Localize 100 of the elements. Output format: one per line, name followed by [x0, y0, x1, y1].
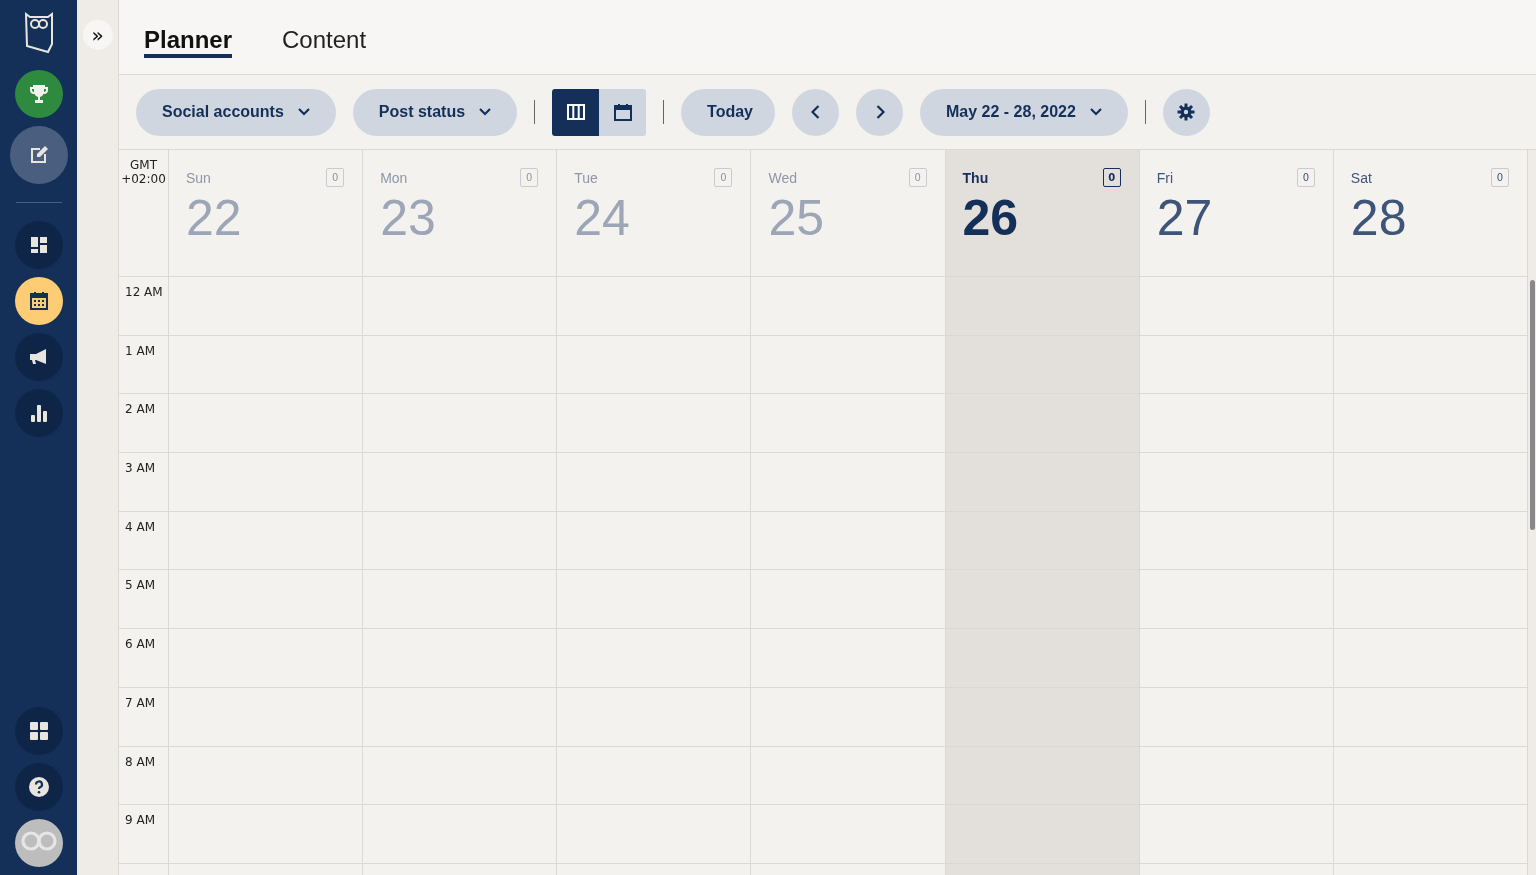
- time-slot[interactable]: [557, 511, 752, 571]
- time-slot[interactable]: [751, 687, 946, 747]
- tab[interactable]: Content: [282, 26, 367, 58]
- time-slot[interactable]: [751, 277, 946, 336]
- time-slot[interactable]: [557, 453, 752, 512]
- apps-button[interactable]: [14, 707, 63, 755]
- time-slot[interactable]: [945, 394, 1140, 454]
- post-count-badge: 0: [908, 168, 927, 187]
- time-slot[interactable]: [1139, 687, 1334, 747]
- time-slot[interactable]: [363, 746, 558, 806]
- time-slot[interactable]: [363, 277, 558, 336]
- time-slot[interactable]: [557, 335, 752, 395]
- time-slot[interactable]: [751, 570, 946, 630]
- hour-label: 5 AM: [119, 570, 169, 630]
- time-slot[interactable]: [169, 687, 364, 747]
- time-slot[interactable]: [1333, 570, 1528, 630]
- social-accounts-dropdown[interactable]: Social accounts: [136, 88, 336, 136]
- time-slot[interactable]: [1139, 570, 1334, 630]
- analytics-button[interactable]: [14, 389, 63, 437]
- time-slot[interactable]: [363, 394, 558, 454]
- time-slot[interactable]: [557, 570, 752, 630]
- time-slot[interactable]: [751, 394, 946, 454]
- time-slot[interactable]: [1333, 453, 1528, 512]
- tab[interactable]: Planner: [144, 26, 233, 58]
- time-slot[interactable]: [1333, 511, 1528, 571]
- post-count-badge: 0: [714, 168, 733, 187]
- time-slot[interactable]: [945, 629, 1140, 688]
- time-slot[interactable]: [557, 394, 752, 454]
- time-slot[interactable]: [1139, 805, 1334, 864]
- time-slot[interactable]: [1139, 511, 1334, 571]
- time-slot[interactable]: [557, 746, 752, 806]
- time-slot[interactable]: [1139, 453, 1334, 512]
- time-slot[interactable]: [363, 453, 558, 512]
- time-slot[interactable]: [945, 746, 1140, 806]
- time-slot[interactable]: [1333, 805, 1528, 864]
- time-slot[interactable]: [557, 687, 752, 747]
- time-slot[interactable]: [945, 511, 1140, 571]
- previous-button[interactable]: [792, 88, 839, 136]
- calendar-button[interactable]: [14, 277, 63, 325]
- time-slot[interactable]: [169, 629, 364, 688]
- post-count-badge: 0: [520, 168, 539, 187]
- time-slot[interactable]: [169, 805, 364, 864]
- time-slot[interactable]: [363, 805, 558, 864]
- time-slot[interactable]: [1333, 746, 1528, 806]
- time-slot[interactable]: [1139, 629, 1334, 688]
- time-slot[interactable]: [169, 335, 364, 395]
- time-slot[interactable]: [1333, 335, 1528, 395]
- month-view-button[interactable]: [599, 88, 647, 136]
- time-slot[interactable]: [751, 453, 946, 512]
- time-slot[interactable]: [363, 687, 558, 747]
- time-slot[interactable]: [1139, 746, 1334, 806]
- time-slot[interactable]: [1333, 394, 1528, 454]
- post-status-dropdown[interactable]: Post status: [352, 88, 518, 136]
- time-slot[interactable]: [169, 453, 364, 512]
- time-slot[interactable]: [169, 277, 364, 336]
- help-button[interactable]: [14, 763, 63, 811]
- time-slot[interactable]: [1139, 394, 1334, 454]
- time-slot[interactable]: [363, 629, 558, 688]
- time-slot[interactable]: [1333, 629, 1528, 688]
- time-slot[interactable]: [169, 746, 364, 806]
- time-slot[interactable]: [363, 335, 558, 395]
- next-button[interactable]: [856, 88, 903, 136]
- post-count-badge: 0: [326, 168, 345, 187]
- time-slot[interactable]: [169, 394, 364, 454]
- time-slot[interactable]: [751, 805, 946, 864]
- time-slot[interactable]: [1139, 277, 1334, 336]
- today-button[interactable]: Today: [681, 88, 775, 136]
- time-slot[interactable]: [169, 570, 364, 630]
- weekday-label: Sun: [186, 169, 211, 186]
- dashboard-button[interactable]: [14, 221, 63, 269]
- scrollbar-thumb[interactable]: [1530, 280, 1535, 530]
- expand-button[interactable]: »: [82, 20, 113, 50]
- megaphone-button[interactable]: [14, 333, 63, 381]
- time-slot[interactable]: [751, 511, 946, 571]
- hour-label: 3 AM: [119, 453, 169, 512]
- trophy-button[interactable]: [14, 70, 63, 118]
- time-slot[interactable]: [363, 511, 558, 571]
- time-slot[interactable]: [169, 511, 364, 571]
- time-slot[interactable]: [557, 629, 752, 688]
- time-slot[interactable]: [751, 629, 946, 688]
- time-slot[interactable]: [363, 570, 558, 630]
- time-slot[interactable]: [1333, 277, 1528, 336]
- hour-label: 2 AM: [119, 394, 169, 454]
- date-range-dropdown[interactable]: May 22 - 28, 2022: [920, 88, 1128, 136]
- avatar-button[interactable]: [14, 819, 63, 867]
- time-slot[interactable]: [945, 335, 1140, 395]
- time-slot[interactable]: [945, 570, 1140, 630]
- weekday-label: Thu: [962, 169, 989, 186]
- week-view-button[interactable]: [552, 88, 600, 136]
- time-slot[interactable]: [557, 277, 752, 336]
- time-slot[interactable]: [945, 805, 1140, 864]
- time-slot[interactable]: [751, 746, 946, 806]
- time-slot[interactable]: [751, 335, 946, 395]
- owl-logo-icon[interactable]: [23, 12, 54, 54]
- time-slot[interactable]: [557, 805, 752, 864]
- time-slot[interactable]: [1139, 335, 1334, 395]
- time-slot[interactable]: [945, 277, 1140, 336]
- time-slot[interactable]: [945, 687, 1140, 747]
- time-slot[interactable]: [945, 453, 1140, 512]
- time-slot[interactable]: [1333, 687, 1528, 747]
